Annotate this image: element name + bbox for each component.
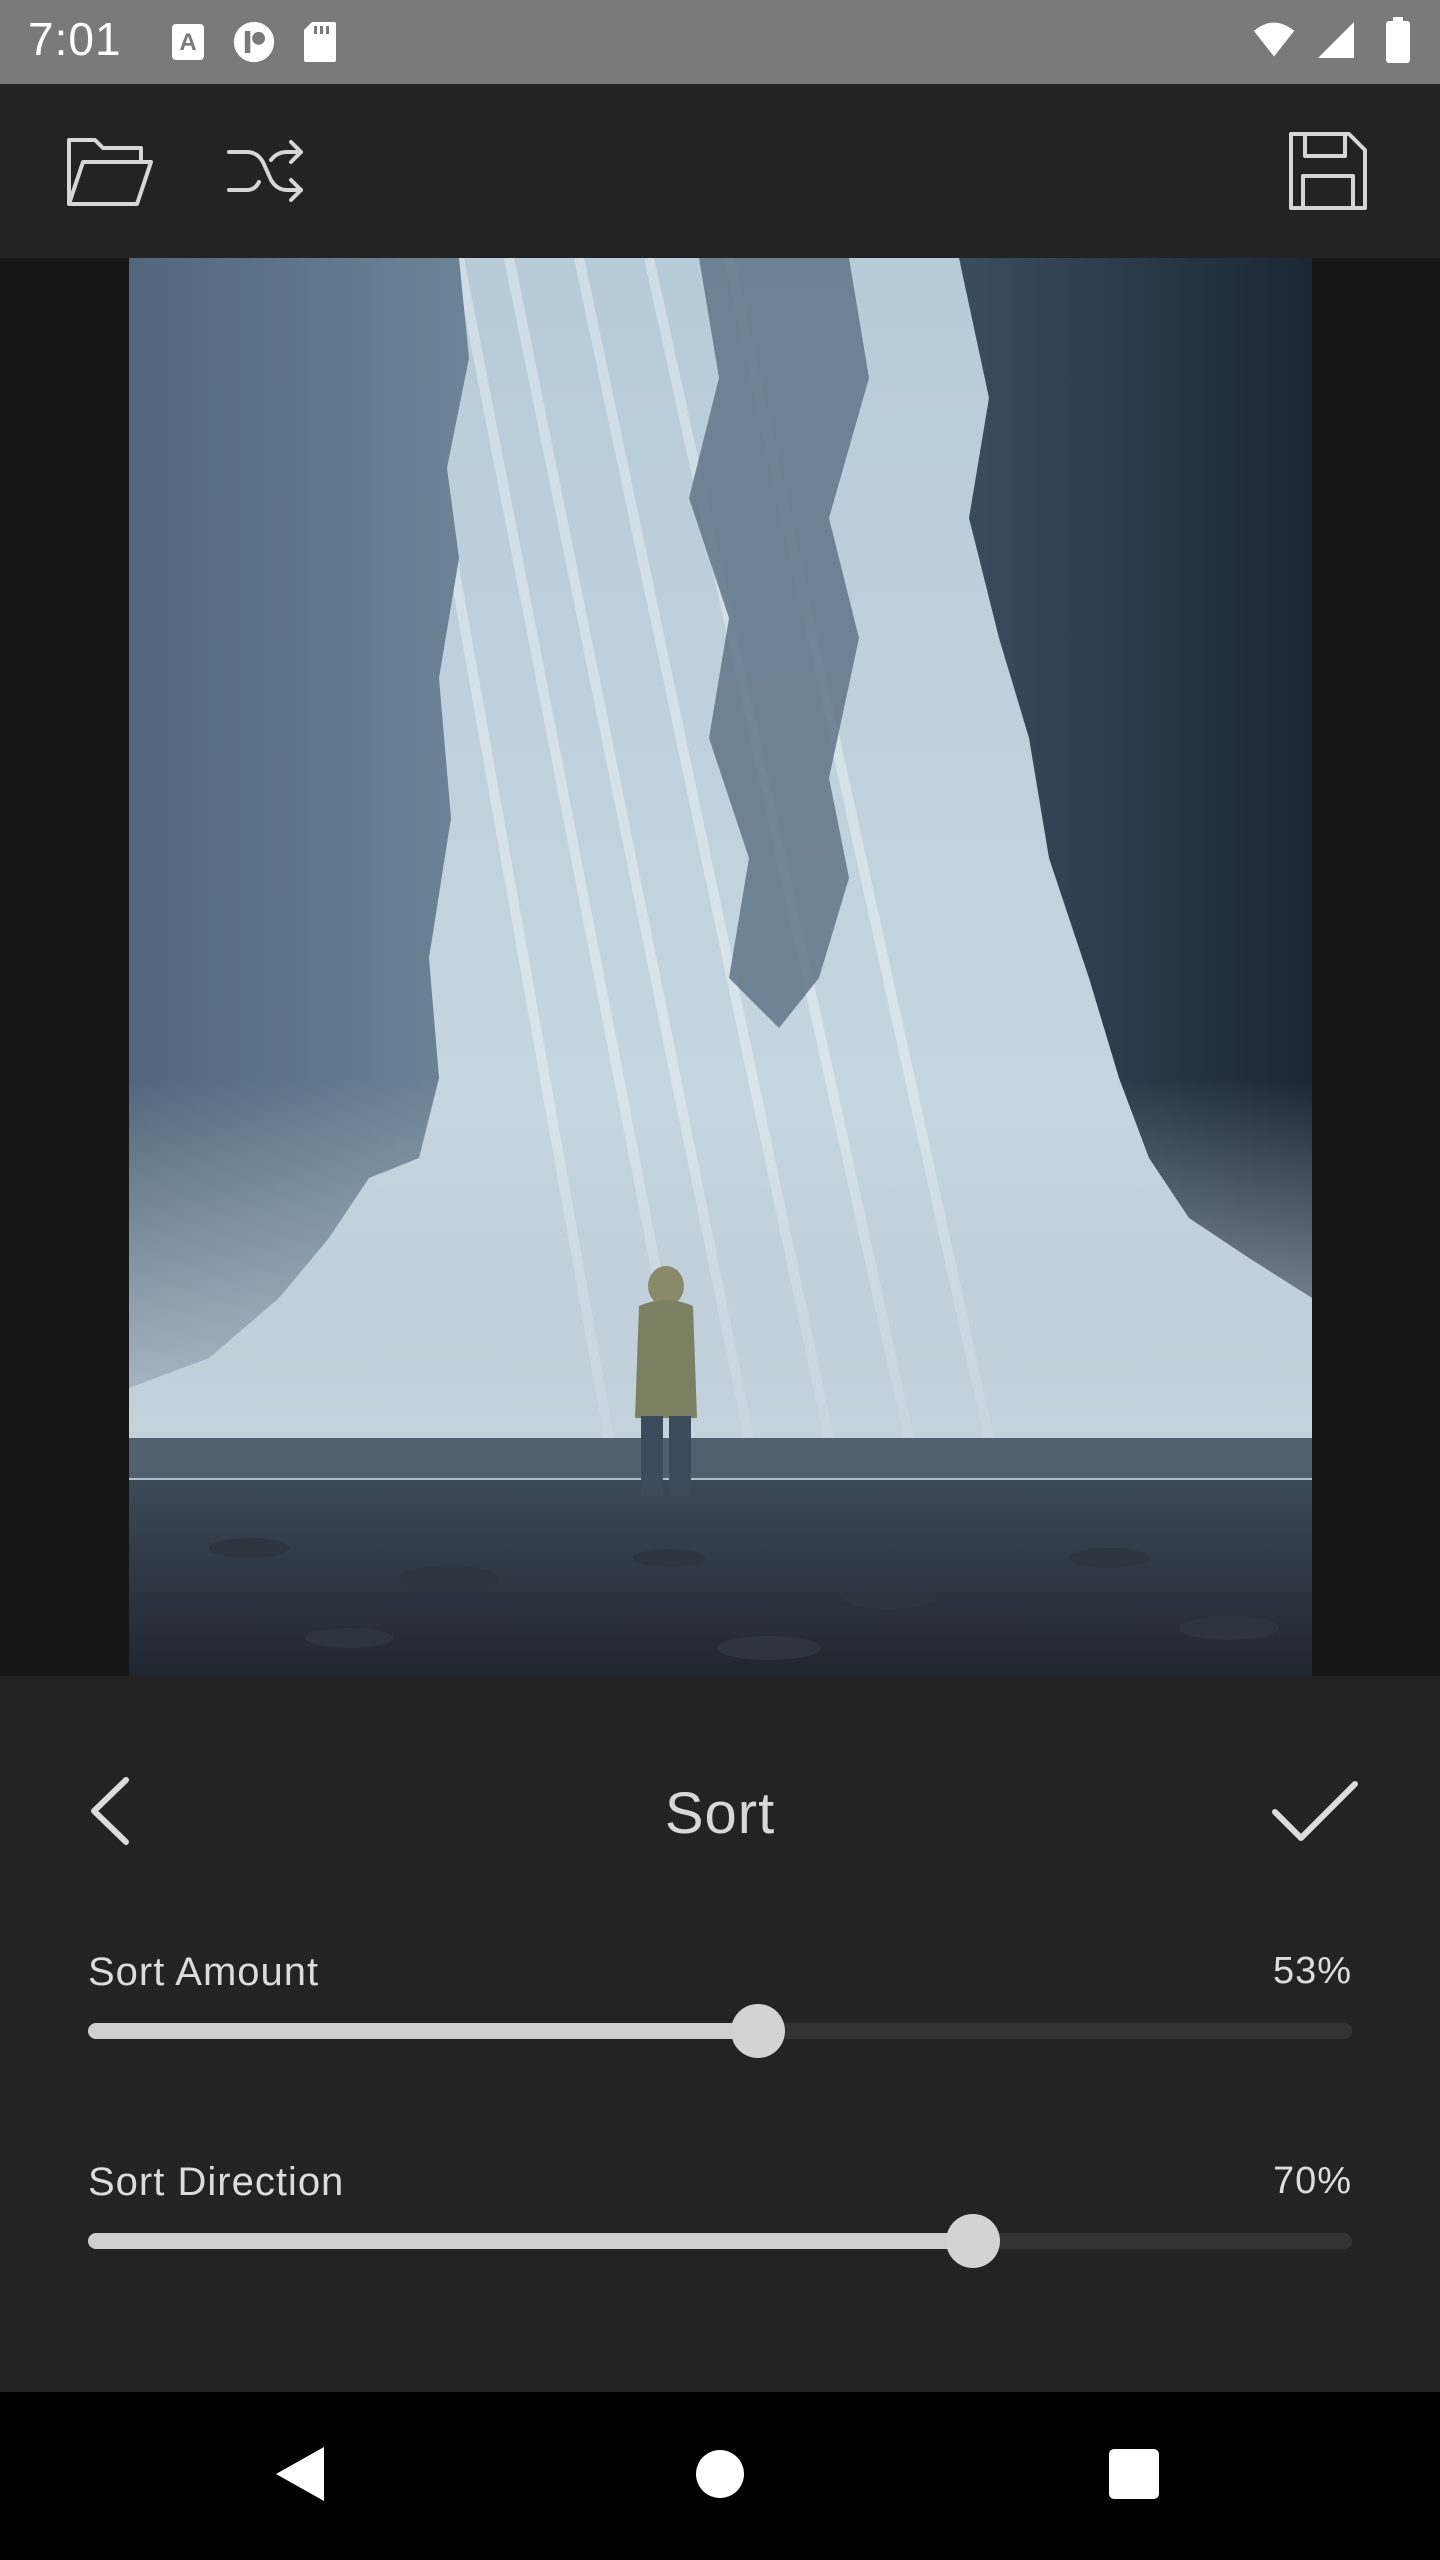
open-file-button[interactable] (60, 128, 160, 218)
top-toolbar (0, 84, 1440, 258)
edited-photo[interactable] (129, 258, 1312, 1676)
signal-icon (1314, 16, 1358, 64)
font-icon: A (166, 18, 210, 66)
status-time: 7:01 (28, 13, 122, 65)
folder-open-icon (65, 134, 155, 213)
sort-direction-label: Sort Direction (88, 2160, 345, 2204)
save-button[interactable] (1278, 128, 1378, 218)
sort-tool-panel: Sort Sort Amount 53% Sort Direction 70% (0, 1676, 1440, 2392)
status-icons-left: A (166, 18, 342, 66)
randomize-button[interactable] (215, 128, 315, 218)
image-canvas-area (0, 258, 1440, 1676)
sort-amount-value: 53% (1272, 1950, 1352, 1992)
square-recents-icon (1107, 2447, 1161, 2506)
wifi-icon (1252, 16, 1296, 64)
record-icon (232, 18, 276, 66)
shuffle-icon (225, 138, 305, 209)
sd-card-icon (298, 18, 342, 66)
status-bar: 7:01 A (0, 0, 1440, 84)
status-icons-right (1252, 16, 1420, 64)
sort-direction-thumb[interactable] (945, 2214, 1000, 2268)
nav-back-button[interactable] (250, 2426, 350, 2526)
nav-recents-button[interactable] (1084, 2426, 1184, 2526)
sort-direction-value: 70% (1272, 2160, 1352, 2202)
sort-amount-slider[interactable] (88, 2004, 1352, 2058)
battery-icon (1376, 16, 1420, 64)
sort-direction-fill (88, 2233, 973, 2249)
sort-amount-fill (88, 2023, 758, 2039)
sort-amount-slider-row: Sort Amount 53% (88, 1950, 1352, 2070)
panel-title: Sort (664, 1781, 776, 1846)
checkmark-icon (1271, 1778, 1359, 1849)
floppy-save-icon (1287, 130, 1369, 217)
panel-header: Sort (0, 1676, 1440, 1946)
nav-home-button[interactable] (670, 2426, 770, 2526)
sort-amount-label: Sort Amount (88, 1950, 320, 1994)
triangle-back-icon (272, 2443, 328, 2510)
sort-direction-slider-row: Sort Direction 70% (88, 2160, 1352, 2280)
sort-amount-thumb[interactable] (730, 2004, 785, 2058)
svg-text:A: A (179, 29, 196, 56)
system-nav-bar (0, 2392, 1440, 2560)
apply-button[interactable] (1260, 1768, 1370, 1858)
sort-direction-slider[interactable] (88, 2214, 1352, 2268)
circle-home-icon (694, 2448, 746, 2505)
